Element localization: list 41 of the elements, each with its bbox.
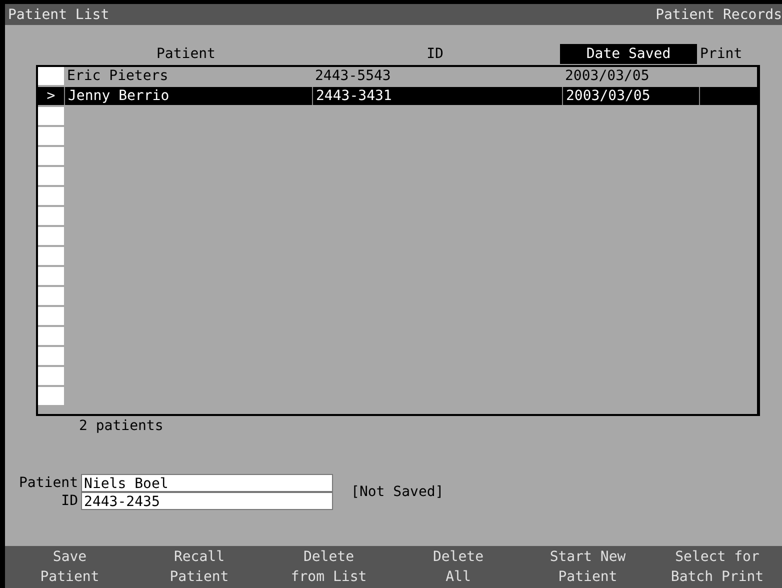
row-marker	[38, 227, 64, 245]
column-header[interactable]: Print	[697, 44, 755, 64]
save-status: [Not Saved]	[350, 484, 444, 500]
row-marker	[38, 187, 64, 205]
row-marker	[38, 207, 64, 225]
row-marker	[38, 307, 64, 325]
function-key-button[interactable]: Delete All	[394, 546, 523, 588]
row-marker	[38, 247, 64, 265]
row-marker	[38, 367, 64, 385]
function-key-button[interactable]: Recall Patient	[134, 546, 264, 588]
input-field[interactable]: 2443-2435	[81, 492, 334, 510]
row-marker	[38, 67, 64, 85]
field-label: Patient	[19, 475, 80, 491]
table-cell-text: 2443-5543	[314, 67, 392, 85]
table-cell: 2003/03/05	[562, 87, 699, 105]
patient-count: 2 patients	[78, 417, 164, 436]
row-marker	[38, 387, 64, 405]
section-title: Patient Records	[656, 6, 782, 22]
window-title: Patient List	[8, 6, 110, 22]
row-marker	[38, 287, 64, 305]
column-header[interactable]: Patient	[62, 44, 310, 64]
row-marker	[38, 147, 64, 165]
function-key-button[interactable]: Delete from List	[264, 546, 394, 588]
input-field[interactable]: Niels Boel	[81, 474, 334, 492]
table-cell-text: Eric Pieters	[66, 67, 170, 85]
function-key-button[interactable]: Select for Batch Print	[652, 546, 782, 588]
row-marker	[38, 127, 64, 145]
table-cell-text: 2003/03/05	[564, 67, 650, 85]
row-marker	[38, 347, 64, 365]
table-cell: 2443-3431	[312, 87, 562, 105]
column-header[interactable]: Date Saved	[560, 44, 697, 64]
function-key-button[interactable]: Start New Patient	[523, 546, 652, 588]
row-marker	[38, 107, 64, 125]
row-marker	[38, 327, 64, 345]
row-marker	[38, 167, 64, 185]
function-key-button[interactable]: Save Patient	[5, 546, 134, 588]
row-marker	[38, 267, 64, 285]
table-row[interactable]: > Jenny Berrio 2443-3431 2003/03/05	[38, 87, 757, 107]
table-cell: Jenny Berrio	[64, 87, 312, 105]
field-label: ID	[60, 493, 80, 509]
column-header[interactable]: ID	[310, 44, 560, 64]
